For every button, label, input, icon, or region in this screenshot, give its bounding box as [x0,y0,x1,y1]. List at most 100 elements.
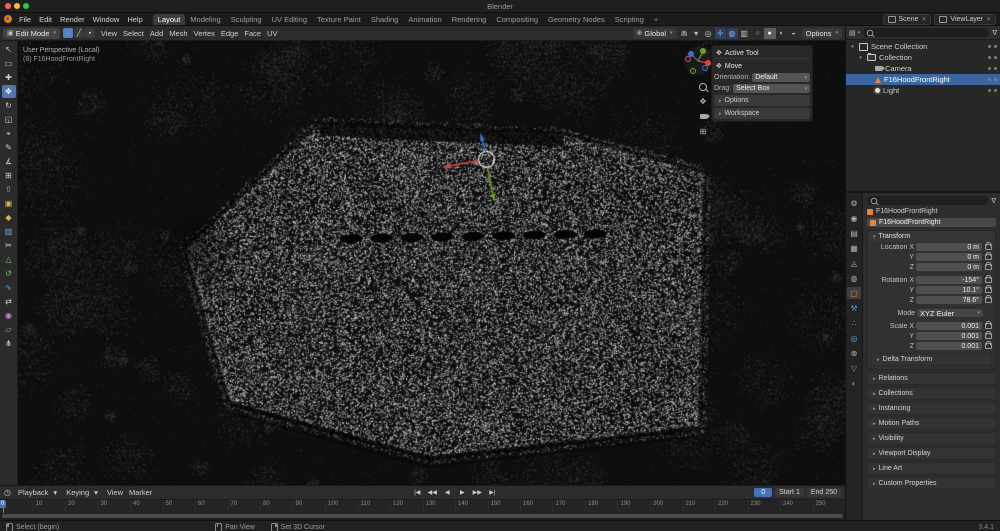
properties-tab-physics[interactable]: ◎ [847,332,861,344]
snap-settings-icon[interactable]: ▾ [691,28,702,39]
tool-rotate[interactable]: ↻ [2,99,16,112]
properties-tab-render[interactable]: ◉ [847,212,861,224]
panel-visibility[interactable]: ▸ Visibility [867,432,996,445]
field-rot-z[interactable]: 78.6° [916,296,982,304]
timeline-menu-keying[interactable]: Keying ▾ [63,488,104,497]
hide-in-viewport-icon[interactable] [988,45,991,48]
disable-in-render-icon[interactable] [994,67,997,70]
tool-tweak[interactable]: ↖ [2,43,16,56]
properties-tab-modifiers[interactable]: ⚒ [847,302,861,314]
viewport-menu-uv[interactable]: UV [264,29,280,38]
lock-icon[interactable] [985,331,992,339]
unlink-scene-icon[interactable]: ✕ [921,16,926,23]
tool-annotate[interactable]: ✎ [2,141,16,154]
properties-tab-object[interactable]: ▢ [847,287,861,299]
workspace-tab-uv-editing[interactable]: UV Editing [267,14,312,25]
properties-tab-constraints[interactable]: ⊗ [847,347,861,359]
properties-search-input[interactable] [867,196,989,205]
hide-in-viewport-icon[interactable] [988,89,991,92]
outliner-item-light[interactable]: Light [846,85,1000,96]
current-frame-field[interactable]: 0 [754,488,773,497]
tool-shrink-fatten[interactable]: ◉ [2,309,16,322]
solid-shading-icon[interactable]: ● [763,27,776,39]
viewport-menu-add[interactable]: Add [147,29,166,38]
prev-keyframe-button[interactable]: ◀◀ [425,488,439,498]
menu-help[interactable]: Help [123,15,146,24]
camera-view-icon[interactable] [697,111,710,122]
workspace-tab-scripting[interactable]: Scripting [610,14,649,25]
properties-tab-object-data[interactable]: ▽ [847,362,861,374]
tool-smooth[interactable]: ∿ [2,281,16,294]
add-workspace-button[interactable]: + [649,14,663,25]
panel-collections[interactable]: ▸ Collections [867,387,996,400]
perspective-toggle-icon[interactable]: ⊞ [697,126,709,137]
viewport-menu-face[interactable]: Face [241,29,264,38]
disclosure-icon[interactable]: ▾ [857,55,864,61]
drag-action-dropdown[interactable]: Select Box ▾ [733,84,810,93]
tool-move[interactable]: ✥ [1,85,16,98]
jump-to-end-button[interactable]: ▶| [485,488,499,498]
outliner-item-collection[interactable]: ▾ Collection [846,52,1000,63]
object-name-field[interactable]: F16HoodFrontRight [867,218,996,227]
viewport-menu-vertex[interactable]: Vertex [191,29,218,38]
zoom-icon[interactable] [697,81,709,92]
timeline-menu-view[interactable]: View [104,488,126,497]
properties-tab-tool[interactable]: ⚙ [847,197,861,209]
tool-select-box[interactable]: ▭ [2,57,16,70]
disable-in-render-icon[interactable] [994,56,997,59]
field-scale-x[interactable]: 0.001 [916,322,982,330]
menu-edit[interactable]: Edit [35,15,56,24]
properties-tab-particles[interactable]: ∴ [847,317,861,329]
field-rot-x[interactable]: -154° [916,276,982,284]
disable-in-render-icon[interactable] [994,45,997,48]
menu-file[interactable]: File [15,15,35,24]
vertex-select-button[interactable]: · [62,28,73,38]
lock-icon[interactable] [985,321,992,329]
timeline-scrollbar[interactable] [0,513,845,520]
active-tool-panel-header[interactable]: ✥ Active Tool [714,48,810,59]
panel-line-art[interactable]: ▸ Line Art [867,462,996,475]
lock-icon[interactable] [985,341,992,349]
tool-rip-region[interactable]: ⋔ [2,337,16,350]
properties-tab-scene[interactable]: ◬ [847,257,861,269]
tool-extrude-region[interactable]: ⇧ [2,183,16,196]
panel-instancing[interactable]: ▸ Instancing [867,402,996,415]
hide-in-viewport-icon[interactable] [988,56,991,59]
view-layer-selector[interactable]: ViewLayer ✕ [934,13,996,25]
scene-selector[interactable]: Scene ✕ [882,13,932,25]
workspace-tab-rendering[interactable]: Rendering [447,14,492,25]
face-select-button[interactable]: ▪ [84,28,95,38]
viewport-menu-select[interactable]: Select [120,29,147,38]
next-keyframe-button[interactable]: ▶▶ [470,488,484,498]
rendered-shading-icon[interactable]: ◒ [788,28,800,39]
breadcrumb[interactable]: F16HoodFrontRight [867,208,996,215]
panel-custom-properties[interactable]: ▸ Custom Properties [867,477,996,490]
tool-bevel[interactable]: ◆ [2,211,16,224]
lock-icon[interactable] [985,242,992,250]
field-scale-y[interactable]: 0.001 [916,332,982,340]
workspace-tab-compositing[interactable]: Compositing [491,14,543,25]
tool-inset-faces[interactable]: ▣ [2,197,16,210]
frame-start-field[interactable]: Start 1 [775,488,804,497]
tool-scale[interactable]: ◱ [2,113,16,126]
field-loc-z[interactable]: 0 m [916,263,982,271]
workspace-tab-modeling[interactable]: Modeling [185,14,225,25]
properties-tab-view-layer[interactable]: ▦ [847,242,861,254]
tool-edge-slide[interactable]: ⇄ [2,295,16,308]
tool-poly-build[interactable]: △ [2,253,16,266]
jump-to-start-button[interactable]: |◀ [410,488,424,498]
lock-icon[interactable] [985,295,992,303]
field-rot-mode[interactable]: XYZ Euler ▾ [917,309,983,318]
wireframe-shading-icon[interactable]: ○ [752,28,764,39]
properties-tab-world[interactable]: ◍ [847,272,861,284]
playhead[interactable]: 0 [0,500,7,513]
tool-add-cube[interactable]: ⊞ [2,169,16,182]
material-shading-icon[interactable]: ◐ [776,28,788,39]
panel-relations[interactable]: ▸ Relations [867,372,996,385]
outliner-item-scene-collection[interactable]: ▾ Scene Collection [846,41,1000,52]
workspace-tab-animation[interactable]: Animation [403,14,446,25]
outliner-search-input[interactable] [863,28,990,37]
panel-viewport-display[interactable]: ▸ Viewport Display [867,447,996,460]
lock-icon[interactable] [985,252,992,260]
workspace-tab-layout[interactable]: Layout [152,13,186,25]
